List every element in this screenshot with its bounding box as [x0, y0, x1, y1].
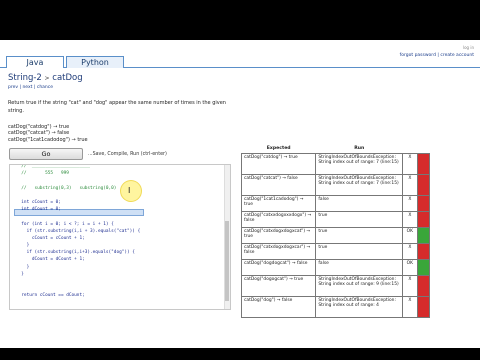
expected-cell: catDog("catxdogxdogxcar") → false	[240, 242, 317, 260]
expected-header: Expected	[266, 146, 291, 152]
auth-links: log in forgot password | create account	[400, 44, 474, 60]
code-line: if (str.substring(i,i+3).equals("dog")) …	[16, 250, 135, 256]
result-row: catDog("catxdogxdogxcar") → false true X	[240, 242, 431, 260]
run-cell: StringIndexOutOfBoundsException: String …	[315, 295, 404, 318]
page-title: String-2 > catDog	[8, 73, 83, 83]
forgot-password-link[interactable]: forgot password	[400, 53, 436, 58]
run-cell: StringIndexOutOfBoundsException: String …	[315, 173, 404, 196]
problem-nav: prev | next | chance	[8, 85, 53, 90]
problem-description: Return true if the string "cat" and "dog…	[8, 100, 226, 114]
result-row: catDog("catdog") → true StringIndexOutOfB…	[240, 152, 431, 175]
title-separator: >	[44, 75, 50, 82]
code-line: }	[16, 243, 30, 249]
text-cursor-icon: I	[128, 186, 131, 195]
code-line: if (str.substring(i,i + 3).equals("cat")…	[16, 228, 141, 234]
tab-java[interactable]: Java	[6, 56, 64, 68]
code-line: for (int i = 0; i < ?; i = i + 1) {	[16, 221, 114, 227]
expected-cell: catDog("dog") → false	[240, 295, 317, 318]
expected-cell: catDog("dogdogcat") → false	[240, 258, 317, 276]
expected-cell: catDog("catcat") → false	[240, 173, 317, 196]
result-color	[416, 173, 431, 196]
code-line: // 555 999	[16, 171, 69, 177]
run-cell: false	[315, 194, 404, 212]
result-mark: X	[402, 295, 418, 318]
result-row: catDog("catxdogxdogxcat") → true true OK	[240, 226, 431, 244]
code-line: int cCount = 0;	[16, 199, 61, 205]
auth-separator: |	[437, 53, 439, 58]
run-cell: StringIndexOutOfBoundsException: String …	[315, 274, 404, 297]
result-row: catDog("1cat1cadodog") → true false X	[240, 194, 431, 212]
result-color	[416, 274, 431, 297]
examples: catDog("catdog") → true catDog("catcat")…	[8, 124, 88, 143]
run-cell: false	[315, 258, 404, 276]
result-mark: OK	[402, 258, 418, 276]
code-line: int dCount = 0;	[16, 207, 61, 213]
result-color	[416, 295, 431, 318]
result-row: catDog("dogogcat") → true StringIndexOutO…	[240, 274, 431, 297]
results-table: Expected Run catDog("catdog") → true Stri…	[240, 145, 431, 318]
code-line: return cCount == dCount;	[16, 293, 85, 299]
result-mark: X	[402, 210, 418, 228]
example-line: catDog("1cat1cadodog") → true	[8, 136, 88, 143]
code-line: cCount = cCount + 1;	[16, 235, 85, 241]
prev-link[interactable]: prev	[8, 85, 18, 90]
mouse-highlight	[120, 180, 142, 202]
video-frame: log in forgot password | create account …	[0, 0, 480, 360]
run-header: Run	[354, 146, 365, 152]
run-cell: true	[315, 242, 404, 260]
result-color	[416, 152, 431, 175]
code-line: dCount = dCount + 1;	[16, 257, 85, 263]
run-cell: StringIndexOutOfBoundsException: String …	[315, 152, 404, 175]
run-cell: true	[315, 226, 404, 244]
create-account-link[interactable]: create account	[440, 53, 474, 58]
go-button[interactable]: Go	[9, 148, 83, 160]
result-row: catDog("catcat") → false StringIndexOutOf…	[240, 173, 431, 196]
result-color	[416, 226, 431, 244]
result-mark: X	[402, 274, 418, 297]
next-link[interactable]: next	[22, 85, 32, 90]
result-color	[416, 258, 431, 276]
result-mark: X	[402, 152, 418, 175]
expected-cell: catDog("catxdogxdogxcat") → true	[240, 226, 317, 244]
nav-separator: |	[19, 85, 22, 90]
log-in-link[interactable]: log in	[400, 44, 474, 52]
chance-link[interactable]: chance	[37, 85, 53, 90]
result-color	[416, 242, 431, 260]
tab-python[interactable]: Python	[66, 56, 124, 68]
expected-cell: catDog("1cat1cadodog") → true	[240, 194, 317, 212]
code-line: }	[16, 271, 24, 277]
result-mark: OK	[402, 226, 418, 244]
expected-cell: catDog("catxxdogxxxdogx") → false	[240, 210, 317, 228]
problem-name: catDog	[52, 73, 83, 83]
result-mark: X	[402, 194, 418, 212]
result-row: catDog("dog") → false StringIndexOutOfBou…	[240, 295, 431, 318]
expected-cell: catDog("dogogcat") → true	[240, 274, 317, 297]
result-color	[416, 210, 431, 228]
nav-separator: |	[33, 85, 36, 90]
result-mark: X	[402, 173, 418, 196]
expected-cell: catDog("catdog") → true	[240, 152, 317, 175]
go-hint: ...Save, Compile, Run (ctrl-enter)	[88, 152, 167, 157]
run-cell: true	[315, 210, 404, 228]
result-row: catDog("dogdogcat") → false false OK	[240, 258, 431, 276]
result-mark: X	[402, 242, 418, 260]
result-color	[416, 194, 431, 212]
editor-scrollbar[interactable]	[224, 165, 230, 309]
section-link[interactable]: String-2	[8, 73, 42, 83]
code-line: }	[16, 264, 30, 270]
result-row: catDog("catxxdogxxxdogx") → false true X	[240, 210, 431, 228]
scrollbar-thumb[interactable]	[225, 221, 229, 301]
